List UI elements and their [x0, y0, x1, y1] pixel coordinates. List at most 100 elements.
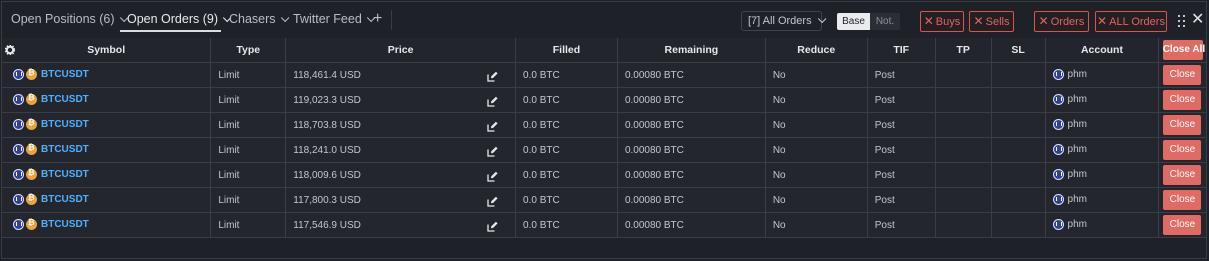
actions-cell: Close — [1158, 62, 1206, 88]
symbol-link[interactable]: BTCUSDT — [41, 119, 89, 130]
tif-cell: Post — [867, 112, 936, 138]
tab-open-positions[interactable]: Open Positions (6) — [11, 8, 128, 30]
tab-open-orders[interactable]: Open Orders (9) — [127, 8, 232, 30]
filled-cell: 0.0 BTC — [515, 112, 618, 138]
price-cell: 118,009.6 USD — [285, 162, 517, 188]
close-panel-icon[interactable]: ✕ — [1191, 12, 1205, 28]
symbol-cell[interactable]: BTCUSDT — [2, 187, 212, 213]
type-cell: Limit — [210, 62, 287, 88]
filled-cell: 0.0 BTC — [515, 87, 618, 113]
close-order-button[interactable]: Close — [1163, 65, 1202, 85]
column-header-type: Type — [210, 38, 287, 63]
column-header-tp: TP — [935, 38, 992, 63]
edit-icon[interactable] — [487, 196, 498, 207]
price-value: 118,461.4 USD — [293, 69, 361, 81]
type-cell: Limit — [210, 112, 287, 138]
symbol-link[interactable]: BTCUSDT — [41, 69, 89, 80]
price-cell: 117,546.9 USD — [285, 212, 517, 238]
bitcoin-icon — [26, 93, 37, 106]
account-name: phm — [1067, 194, 1087, 206]
account-name: phm — [1067, 169, 1087, 181]
account-name: phm — [1067, 94, 1087, 106]
symbol-cell[interactable]: BTCUSDT — [2, 87, 212, 113]
exchange-icon — [13, 219, 24, 231]
price-value: 118,241.0 USD — [293, 144, 361, 156]
edit-icon[interactable] — [487, 171, 498, 182]
tp-cell — [935, 137, 992, 163]
close-order-button[interactable]: Close — [1163, 215, 1202, 235]
exchange-icon — [1052, 169, 1064, 181]
symbol-link[interactable]: BTCUSDT — [41, 94, 89, 105]
cancel-buys-button[interactable]: ✕ Buys — [920, 11, 964, 32]
price-cell: 117,800.3 USD — [285, 187, 517, 213]
orders-filter-dropdown[interactable]: [7] All Orders — [741, 11, 826, 31]
tab-twitter-feed[interactable]: Twitter Feed — [293, 8, 376, 30]
exchange-icon — [1052, 194, 1064, 206]
tif-cell: Post — [867, 162, 936, 188]
close-order-button[interactable]: Close — [1163, 140, 1202, 160]
reduce-cell: No — [765, 62, 868, 88]
base-toggle[interactable]: Base — [837, 13, 870, 30]
orders-panel: Open Positions (6) Open Orders (9) Chase… — [1, 1, 1207, 259]
cancel-all-orders-button[interactable]: ✕ ALL Orders — [1095, 11, 1167, 32]
close-order-button[interactable]: Close — [1163, 165, 1202, 185]
sl-cell — [991, 137, 1046, 163]
edit-icon[interactable] — [487, 121, 498, 132]
cancel-orders-button[interactable]: ✕ Orders — [1034, 11, 1089, 32]
sl-cell — [991, 62, 1046, 88]
actions-cell: Close — [1158, 137, 1206, 163]
tp-cell — [935, 87, 992, 113]
exchange-icon — [13, 144, 24, 156]
close-order-button[interactable]: Close — [1163, 90, 1202, 110]
edit-icon[interactable] — [487, 71, 498, 82]
reduce-cell: No — [765, 112, 868, 138]
remaining-cell: 0.00080 BTC — [617, 162, 766, 188]
account-name: phm — [1067, 69, 1087, 81]
symbol-link[interactable]: BTCUSDT — [41, 144, 89, 155]
table-row: BTCUSDT Limit 118,703.8 USD 0.0 BTC0.00080 … — [2, 112, 1206, 138]
edit-icon[interactable] — [487, 146, 498, 157]
symbol-cell[interactable]: BTCUSDT — [2, 62, 212, 88]
plus-icon[interactable]: + — [373, 11, 382, 27]
remaining-cell: 0.00080 BTC — [617, 62, 766, 88]
filled-cell: 0.0 BTC — [515, 187, 618, 213]
cancel-sells-button[interactable]: ✕ Sells — [969, 11, 1014, 32]
sl-cell — [991, 187, 1046, 213]
symbol-cell[interactable]: BTCUSDT — [2, 212, 212, 238]
price-value: 117,546.9 USD — [293, 219, 361, 231]
table-row: BTCUSDT Limit 118,461.4 USD 0.0 BTC0.00080 … — [2, 62, 1206, 88]
tp-cell — [935, 212, 992, 238]
remaining-cell: 0.00080 BTC — [617, 87, 766, 113]
edit-icon[interactable] — [487, 221, 498, 232]
drag-handle-icon[interactable] — [1178, 15, 1188, 27]
tab-chasers[interactable]: Chasers — [229, 8, 289, 30]
chevron-down-icon — [280, 13, 289, 23]
symbol-cell[interactable]: BTCUSDT — [2, 137, 212, 163]
symbol-cell[interactable]: BTCUSDT — [2, 112, 212, 138]
type-cell: Limit — [210, 162, 287, 188]
close-order-button[interactable]: Close — [1163, 190, 1202, 210]
close-order-button[interactable]: Close — [1163, 115, 1202, 135]
price-cell: 119,023.3 USD — [285, 87, 517, 113]
active-tab-indicator — [120, 30, 221, 32]
symbol-link[interactable]: BTCUSDT — [41, 169, 89, 180]
column-header-sl: SL — [991, 38, 1046, 63]
gear-icon[interactable] — [4, 44, 16, 56]
bitcoin-icon — [26, 193, 37, 206]
account-name: phm — [1067, 219, 1087, 231]
tif-cell: Post — [867, 212, 936, 238]
notional-toggle[interactable]: Not. — [870, 13, 900, 30]
symbol-link[interactable]: BTCUSDT — [41, 194, 89, 205]
close-all-button[interactable]: Close All — [1162, 40, 1205, 60]
account-cell: phm — [1045, 87, 1160, 113]
edit-icon[interactable] — [487, 96, 498, 107]
account-cell: phm — [1045, 162, 1160, 188]
panel-toolbar: Open Positions (6) Open Orders (9) Chase… — [2, 2, 1206, 38]
price-value: 117,800.3 USD — [293, 194, 361, 206]
symbol-link[interactable]: BTCUSDT — [41, 219, 89, 230]
price-cell: 118,703.8 USD — [285, 112, 517, 138]
type-cell: Limit — [210, 137, 287, 163]
symbol-cell[interactable]: BTCUSDT — [2, 162, 212, 188]
column-header-reduce: Reduce — [765, 38, 868, 63]
sl-cell — [991, 112, 1046, 138]
